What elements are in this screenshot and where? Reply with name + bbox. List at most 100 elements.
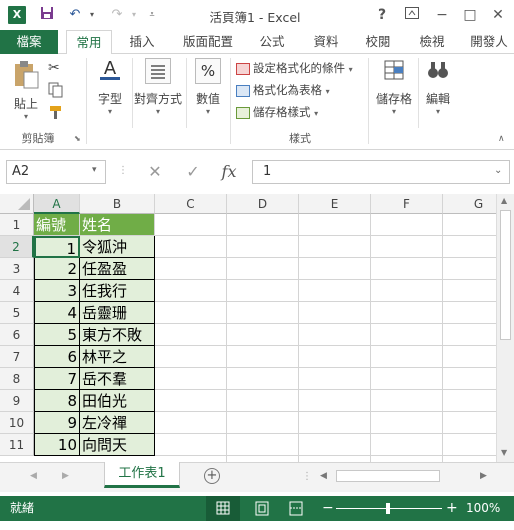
copy-icon[interactable]: [48, 82, 68, 100]
table-cell[interactable]: 田伯光: [80, 390, 155, 412]
row-header-7[interactable]: 7: [0, 346, 34, 368]
table-cell[interactable]: 岳靈珊: [80, 302, 155, 324]
redo-icon[interactable]: ↷: [108, 6, 126, 24]
cut-icon[interactable]: ✂: [48, 60, 68, 78]
tab-formulas[interactable]: 公式: [250, 30, 294, 54]
row-header-5[interactable]: 5: [0, 302, 34, 324]
empty-cells[interactable]: [155, 214, 496, 462]
column-header-e[interactable]: E: [299, 194, 371, 214]
tab-home[interactable]: 常用: [66, 30, 112, 55]
formula-input[interactable]: 1: [252, 160, 510, 184]
name-box[interactable]: A2: [6, 160, 106, 184]
table-cell[interactable]: 3: [34, 280, 80, 302]
row-header-9[interactable]: 9: [0, 390, 34, 412]
ribbon-display-button[interactable]: [398, 4, 426, 26]
close-button[interactable]: ✕: [484, 4, 512, 26]
zoom-out-button[interactable]: −: [322, 496, 334, 521]
editing-button[interactable]: 編輯 ▾: [420, 58, 456, 116]
undo-dropdown-icon[interactable]: ▾: [86, 6, 98, 24]
row-header-2[interactable]: 2: [0, 236, 34, 258]
scroll-down-icon[interactable]: ▼: [501, 448, 507, 457]
tab-review[interactable]: 校閱: [356, 30, 400, 54]
table-cell[interactable]: 任我行: [80, 280, 155, 302]
next-sheet-icon[interactable]: ▶: [62, 471, 69, 481]
redo-dropdown-icon[interactable]: ▾: [128, 6, 140, 24]
table-cell[interactable]: 左冷禪: [80, 412, 155, 434]
select-all-corner[interactable]: [0, 194, 34, 214]
enter-icon[interactable]: ✓: [180, 161, 206, 183]
table-cell[interactable]: 9: [34, 412, 80, 434]
table-cell[interactable]: 7: [34, 368, 80, 390]
column-header-c[interactable]: C: [155, 194, 227, 214]
conditional-formatting-button[interactable]: 設定格式化的條件 ▾: [236, 58, 353, 78]
table-cell[interactable]: 林平之: [80, 346, 155, 368]
scroll-left-icon[interactable]: ◀: [320, 471, 327, 481]
prev-sheet-icon[interactable]: ◀: [30, 471, 37, 481]
customize-qat-icon[interactable]: ⩡: [146, 6, 158, 24]
row-header-10[interactable]: 10: [0, 412, 34, 434]
table-cell[interactable]: 10: [34, 434, 80, 456]
expand-formula-bar-icon[interactable]: ⌄: [494, 165, 502, 176]
help-button[interactable]: ?: [368, 4, 396, 26]
row-header-3[interactable]: 3: [0, 258, 34, 280]
scroll-right-icon[interactable]: ▶: [480, 471, 487, 481]
undo-icon[interactable]: ↶: [66, 6, 84, 24]
column-header-g[interactable]: G: [443, 194, 496, 214]
table-cell[interactable]: 8: [34, 390, 80, 412]
minimize-button[interactable]: −: [428, 4, 456, 26]
cells-button[interactable]: 儲存格 ▾: [372, 58, 416, 116]
zoom-slider-thumb[interactable]: [386, 503, 390, 514]
zoom-in-button[interactable]: +: [446, 496, 458, 521]
tab-insert[interactable]: 插入: [120, 30, 164, 54]
name-box-dropdown-icon[interactable]: ▾: [92, 165, 97, 175]
cancel-icon[interactable]: ✕: [142, 161, 168, 183]
tab-split-grip-icon[interactable]: ⋮: [302, 471, 312, 482]
collapse-ribbon-icon[interactable]: ∧: [498, 134, 505, 144]
column-header-b[interactable]: B: [80, 194, 155, 214]
tab-file[interactable]: 檔案: [0, 30, 58, 54]
tab-developer[interactable]: 開發人: [464, 30, 514, 54]
row-header-11[interactable]: 11: [0, 434, 34, 456]
row-header-1[interactable]: 1: [0, 214, 34, 236]
alignment-button[interactable]: 對齊方式 ▾: [134, 58, 182, 116]
table-cell[interactable]: 任盈盈: [80, 258, 155, 280]
selected-cell-a2[interactable]: 1: [34, 236, 80, 258]
vertical-scrollbar[interactable]: ▲ ▼: [496, 194, 514, 462]
table-cell[interactable]: 5: [34, 324, 80, 346]
table-header-cell[interactable]: 編號: [34, 214, 80, 236]
row-header-6[interactable]: 6: [0, 324, 34, 346]
save-icon[interactable]: [38, 6, 56, 24]
column-header-d[interactable]: D: [227, 194, 299, 214]
insert-function-button[interactable]: fx: [216, 161, 242, 183]
table-cell[interactable]: 令狐沖: [80, 236, 155, 258]
tab-page-layout[interactable]: 版面配置: [178, 30, 238, 54]
table-cell[interactable]: 2: [34, 258, 80, 280]
row-header-4[interactable]: 4: [0, 280, 34, 302]
font-button[interactable]: A 字型 ▾: [92, 58, 128, 116]
add-sheet-button[interactable]: +: [204, 468, 220, 484]
tab-data[interactable]: 資料: [304, 30, 348, 54]
table-cell[interactable]: 岳不羣: [80, 368, 155, 390]
cell-styles-button[interactable]: 儲存格樣式 ▾: [236, 102, 318, 122]
zoom-level[interactable]: 100%: [466, 496, 500, 521]
row-header-8[interactable]: 8: [0, 368, 34, 390]
table-cell[interactable]: 東方不敗: [80, 324, 155, 346]
column-header-a[interactable]: A: [34, 194, 80, 214]
vertical-scroll-thumb[interactable]: [500, 210, 511, 340]
page-break-view-button[interactable]: [284, 496, 308, 521]
table-cell[interactable]: 6: [34, 346, 80, 368]
table-cell[interactable]: 4: [34, 302, 80, 324]
page-layout-view-button[interactable]: [250, 496, 274, 521]
horizontal-scroll-thumb[interactable]: [336, 470, 440, 482]
scroll-up-icon[interactable]: ▲: [501, 196, 507, 205]
normal-view-button[interactable]: [206, 496, 240, 521]
format-painter-icon[interactable]: [48, 104, 68, 122]
sheet-tab[interactable]: 工作表1: [104, 462, 180, 488]
table-header-cell[interactable]: 姓名: [80, 214, 155, 236]
format-as-table-button[interactable]: 格式化為表格 ▾: [236, 80, 330, 100]
maximize-button[interactable]: □: [456, 4, 484, 26]
number-button[interactable]: % 數值 ▾: [190, 58, 226, 116]
column-header-f[interactable]: F: [371, 194, 443, 214]
paste-button[interactable]: 貼上 ▾: [8, 60, 44, 121]
clipboard-launcher-icon[interactable]: ⬊: [74, 134, 81, 143]
